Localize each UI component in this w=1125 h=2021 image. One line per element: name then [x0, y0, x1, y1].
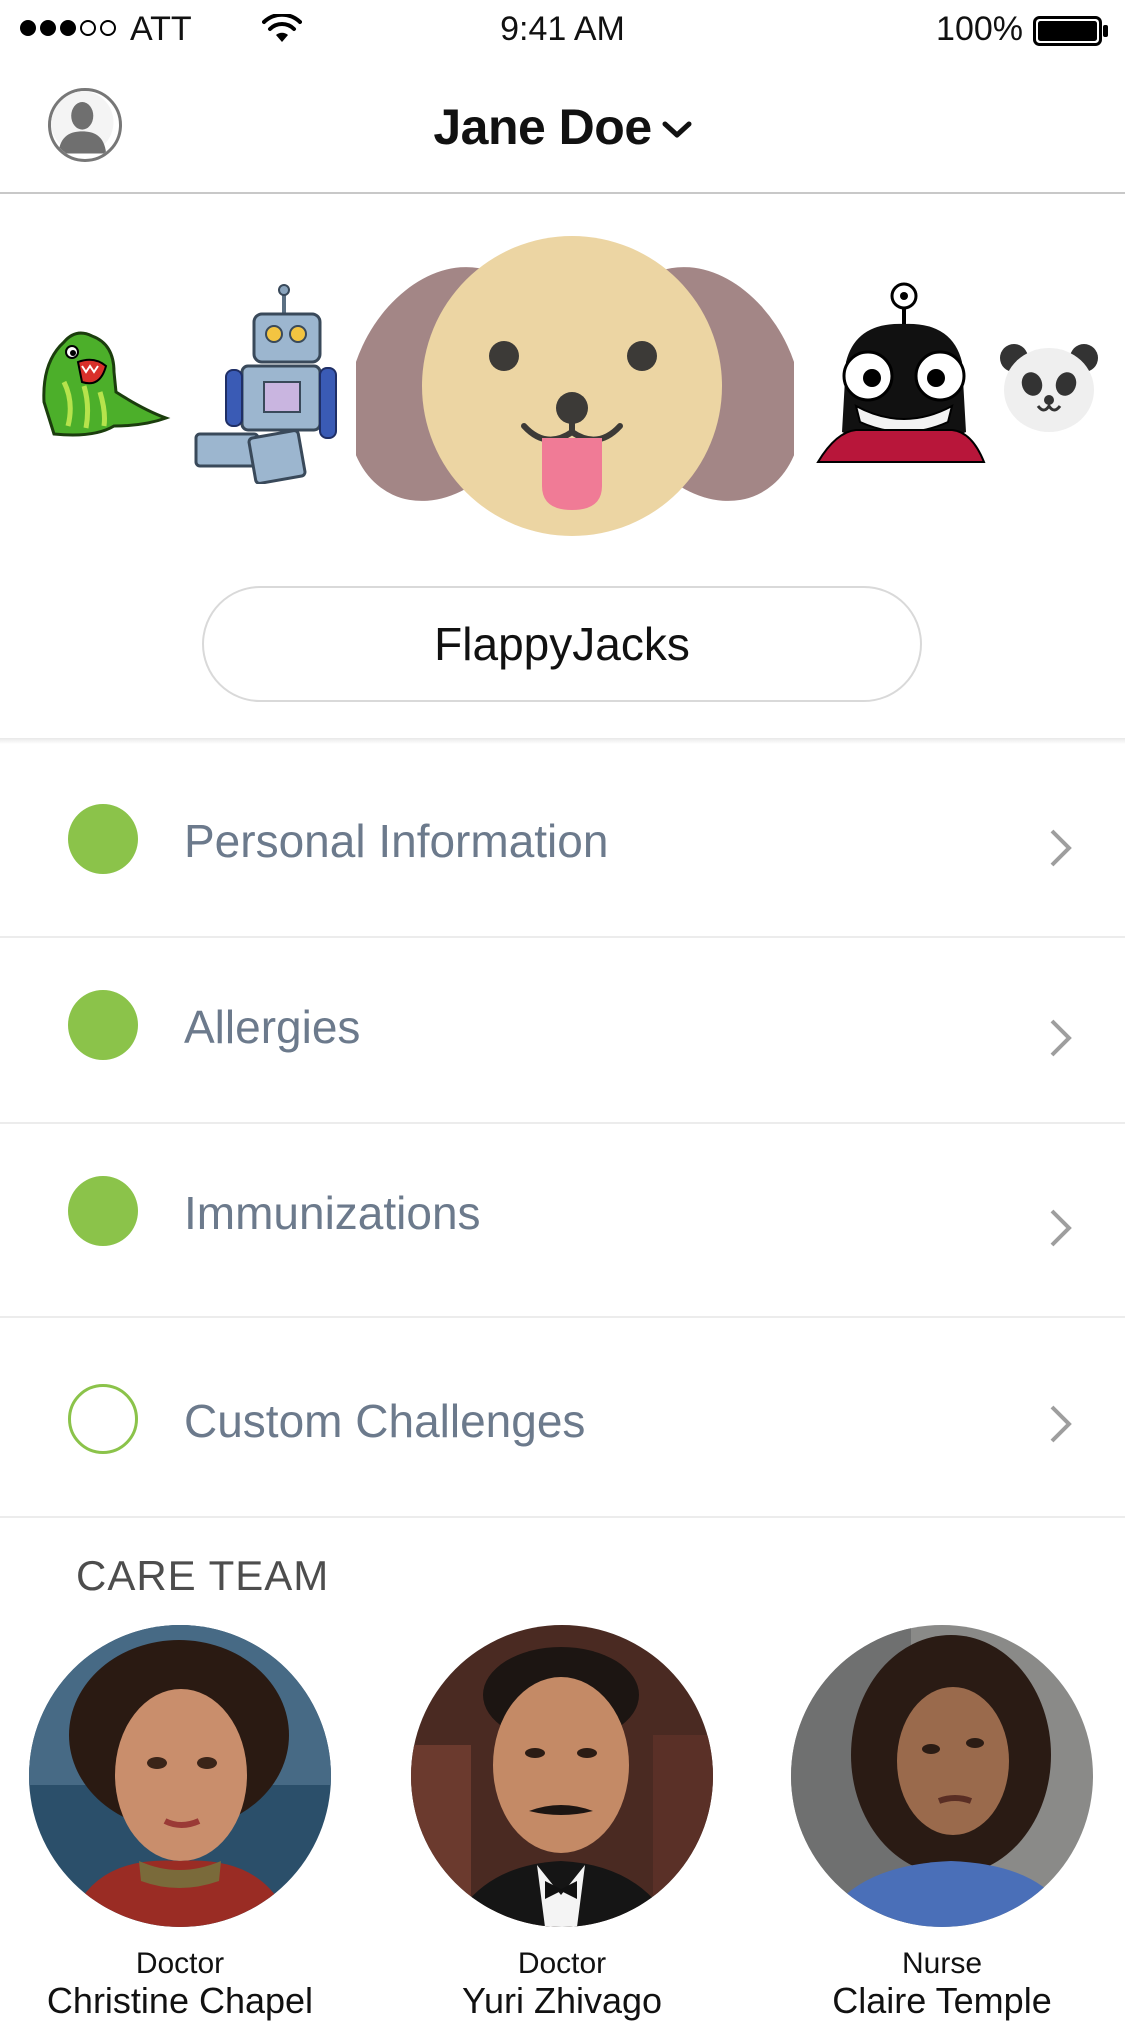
menu-item-immunizations[interactable]: Immunizations [0, 1124, 1125, 1318]
chevron-down-icon [662, 121, 692, 138]
menu-item-label: Allergies [184, 1001, 361, 1053]
menu-item-label: Custom Challenges [184, 1395, 586, 1447]
chevron-right-icon [1050, 829, 1072, 867]
page-title: Jane Doe [433, 99, 652, 155]
profile-switcher[interactable]: Jane Doe [0, 98, 1125, 156]
care-team-photo [791, 1625, 1093, 1927]
care-team-member[interactable]: Doctor Christine Chapel [28, 1625, 332, 2021]
care-team-role: Doctor [135, 1947, 225, 1980]
status-bar: ATT 9:41 AM 100% [0, 0, 1125, 60]
care-team-name: Christine Chapel [46, 1980, 314, 2021]
care-team-role: Nurse [901, 1947, 983, 1980]
battery-percentage: 100% [936, 10, 1023, 48]
panda-icon[interactable] [996, 340, 1102, 434]
dog-icon[interactable] [356, 236, 794, 538]
care-team-member[interactable]: Nurse Claire Temple [790, 1625, 1094, 2021]
menu-item-custom-challenges[interactable]: Custom Challenges [0, 1318, 1125, 1518]
care-team-name: Claire Temple [832, 1980, 1052, 2021]
complete-status-icon [68, 804, 138, 874]
care-team-name: Yuri Zhivago [461, 1980, 663, 2021]
robot-icon[interactable] [192, 284, 342, 484]
chevron-right-icon [1050, 1209, 1072, 1247]
battery-icon [1033, 16, 1108, 46]
care-team-photo [29, 1625, 331, 1927]
username-value: FlappyJacks [434, 618, 690, 670]
incomplete-status-icon [68, 1384, 138, 1454]
care-team-role: Doctor [517, 1947, 607, 1980]
complete-status-icon [68, 1176, 138, 1246]
menu-item-label: Immunizations [184, 1187, 481, 1239]
navigation-bar: Jane Doe [0, 60, 1125, 194]
menu-item-allergies[interactable]: Allergies [0, 938, 1125, 1124]
menu-item-personal-information[interactable]: Personal Information [0, 744, 1125, 938]
care-team-heading: CARE TEAM [76, 1552, 330, 1599]
care-team-member[interactable]: Doctor Yuri Zhivago [410, 1625, 714, 2021]
complete-status-icon [68, 990, 138, 1060]
username-field[interactable]: FlappyJacks [202, 586, 922, 702]
chevron-right-icon [1050, 1405, 1072, 1443]
care-team-photo [411, 1625, 713, 1927]
menu-item-label: Personal Information [184, 815, 609, 867]
green-dinosaur-icon[interactable] [34, 322, 174, 442]
chevron-right-icon [1050, 1019, 1072, 1057]
alien-icon[interactable] [816, 282, 986, 472]
